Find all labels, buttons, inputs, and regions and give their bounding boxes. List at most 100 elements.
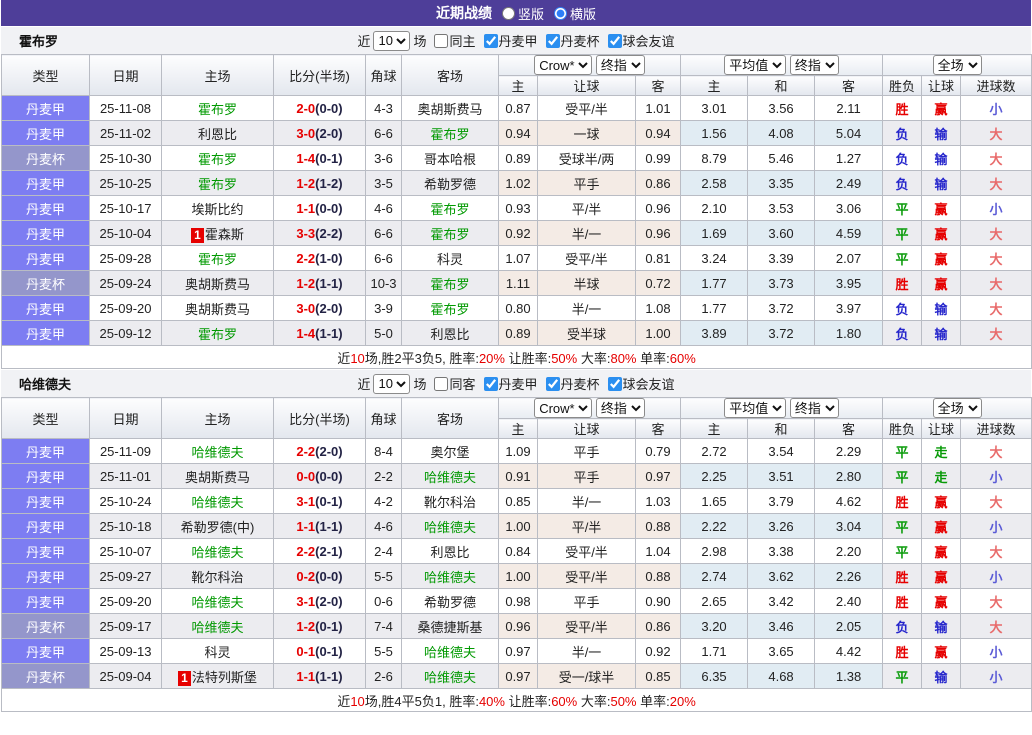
- cup-checkbox[interactable]: [545, 376, 560, 391]
- crow-away-odds: 0.99: [634, 145, 682, 171]
- friendly-checkbox-label: 球会友谊: [622, 34, 675, 49]
- avg-away-odds: 5.04: [814, 120, 884, 146]
- col-header-home: 主场: [161, 54, 274, 96]
- match-score: 2-2(2-1): [273, 538, 366, 564]
- avg-draw-odds: 3.26: [747, 513, 816, 539]
- result-wdl: 负: [882, 170, 923, 196]
- fulltime-score: 3-1: [296, 593, 316, 609]
- match-date: 25-10-07: [89, 538, 162, 564]
- halftime-score: (1-1): [315, 518, 343, 534]
- avg-draw-odds: 3.62: [747, 563, 816, 589]
- team-name-text: 哈维德夫: [423, 644, 476, 660]
- odds-stage-select[interactable]: 终指: [595, 398, 645, 418]
- avg-away-odds: 2.26: [814, 563, 884, 589]
- avg-home-odds: 6.35: [680, 663, 749, 689]
- match-date: 25-11-09: [89, 438, 162, 464]
- same-venue-label: 同客: [449, 377, 476, 392]
- crow-handicap: 受平/半: [537, 538, 636, 564]
- crow-away-odds: 1.04: [634, 538, 682, 564]
- fulltime-select[interactable]: 全场: [932, 55, 982, 75]
- corner-count: 10-3: [365, 270, 402, 296]
- sub-header-goals: 进球数: [960, 75, 1032, 96]
- avg-draw-odds: 3.38: [747, 538, 816, 564]
- match-row: 丹麦甲 25-09-20 奥胡斯费马 3-0(2-0) 3-9 霍布罗 0.80 半/一 1.0…: [1, 295, 1032, 321]
- sub-header-handicap-result: 让球: [921, 75, 962, 96]
- match-row: 丹麦甲 25-09-13 科灵 0-1(0-1) 5-5 哈维德夫 0.97 半/一 0.92 1…: [1, 638, 1032, 664]
- friendly-checkbox[interactable]: [607, 376, 622, 391]
- avg-draw-odds: 5.46: [747, 145, 816, 171]
- crow-handicap: 半/一: [537, 638, 636, 664]
- home-team: 利恩比: [161, 120, 274, 146]
- match-date: 25-09-27: [89, 563, 162, 589]
- friendly-filter-option[interactable]: 球会友谊: [607, 31, 675, 50]
- horizontal-radio[interactable]: [554, 6, 567, 20]
- match-score: 1-1(1-1): [273, 513, 366, 539]
- cup-checkbox[interactable]: [545, 33, 560, 48]
- halftime-score: (0-1): [315, 618, 343, 634]
- cup-filter-option[interactable]: 丹麦杯: [545, 31, 600, 50]
- same-venue-option[interactable]: 同客: [434, 374, 476, 393]
- team-name-text: 桑德捷斯基: [417, 619, 483, 635]
- friendly-checkbox[interactable]: [607, 33, 622, 48]
- summary-text: 近: [337, 693, 351, 709]
- same-venue-checkbox[interactable]: [434, 33, 449, 48]
- layout-horizontal-option[interactable]: 横版: [554, 4, 596, 23]
- friendly-filter-option[interactable]: 球会友谊: [607, 374, 675, 393]
- average-select[interactable]: 平均值: [724, 55, 787, 75]
- team-name-text: 哈维德夫: [191, 444, 244, 460]
- bookmaker-odds-group: Crow* 终指: [497, 397, 682, 419]
- team-name-text: 霍布罗: [430, 226, 470, 242]
- corner-count: 5-5: [365, 638, 402, 664]
- fulltime-select[interactable]: 全场: [932, 398, 982, 418]
- match-row: 丹麦甲 25-10-24 哈维德夫 3-1(0-1) 4-2 靴尔科治 0.85 半/一 1.0…: [1, 488, 1032, 514]
- team-name-text: 霍布罗: [197, 101, 237, 117]
- crow-home-odds: 0.89: [498, 320, 538, 346]
- league-filter-option[interactable]: 丹麦甲: [483, 374, 538, 393]
- crow-away-odds: 0.88: [634, 563, 682, 589]
- crow-handicap: 一球: [537, 120, 636, 146]
- avg-away-odds: 2.20: [814, 538, 884, 564]
- crow-home-odds: 0.92: [498, 220, 538, 246]
- average-select[interactable]: 平均值: [724, 398, 787, 418]
- sub-header-away-odds: 客: [634, 418, 682, 439]
- result-goals: 大: [960, 270, 1032, 296]
- avg-stage-select[interactable]: 终指: [789, 398, 839, 418]
- home-team: 希勒罗德(中): [161, 513, 274, 539]
- summary-stat-value: 20%: [669, 693, 696, 709]
- match-count-select[interactable]: 10: [373, 30, 411, 51]
- team-name-text: 霍布罗: [430, 201, 470, 217]
- match-date: 25-11-01: [89, 463, 162, 489]
- halftime-score: (2-0): [315, 300, 343, 316]
- cup-filter-option[interactable]: 丹麦杯: [545, 374, 600, 393]
- league-checkbox[interactable]: [483, 376, 498, 391]
- same-venue-checkbox[interactable]: [434, 376, 449, 391]
- avg-draw-odds: 3.65: [747, 638, 816, 664]
- avg-stage-select[interactable]: 终指: [789, 55, 839, 75]
- league-type-badge: 丹麦甲: [1, 463, 90, 489]
- bookmaker-select[interactable]: Crow*: [534, 55, 593, 75]
- league-type-badge: 丹麦甲: [1, 320, 90, 346]
- sub-header-avg-away: 客: [814, 418, 884, 439]
- team-name-text: 哈维德夫: [423, 519, 476, 535]
- fulltime-score: 3-0: [296, 300, 316, 316]
- odds-stage-select[interactable]: 终指: [595, 55, 645, 75]
- result-handicap: 输: [921, 170, 962, 196]
- corner-count: 4-6: [365, 195, 402, 221]
- col-header-away: 客场: [401, 397, 499, 439]
- away-team: 科灵: [401, 245, 499, 271]
- same-venue-option[interactable]: 同主: [434, 31, 476, 50]
- corner-count: 8-4: [365, 438, 402, 464]
- crow-handicap: 平手: [537, 588, 636, 614]
- league-filter-option[interactable]: 丹麦甲: [483, 31, 538, 50]
- match-row: 丹麦甲 25-10-04 1 霍森斯 3-3(2-2) 6-6 霍布罗 0.92 半/一 0.96…: [1, 220, 1032, 246]
- crow-home-odds: 1.07: [498, 245, 538, 271]
- bookmaker-select[interactable]: Crow*: [534, 398, 593, 418]
- match-count-select[interactable]: 10: [373, 373, 411, 394]
- col-header-away: 客场: [401, 54, 499, 96]
- match-score: 3-3(2-2): [273, 220, 366, 246]
- vertical-radio[interactable]: [501, 6, 515, 20]
- layout-vertical-option[interactable]: 竖版: [501, 4, 544, 23]
- league-checkbox[interactable]: [483, 33, 498, 48]
- match-date: 25-10-18: [89, 513, 162, 539]
- crow-handicap: 受平/半: [537, 613, 636, 639]
